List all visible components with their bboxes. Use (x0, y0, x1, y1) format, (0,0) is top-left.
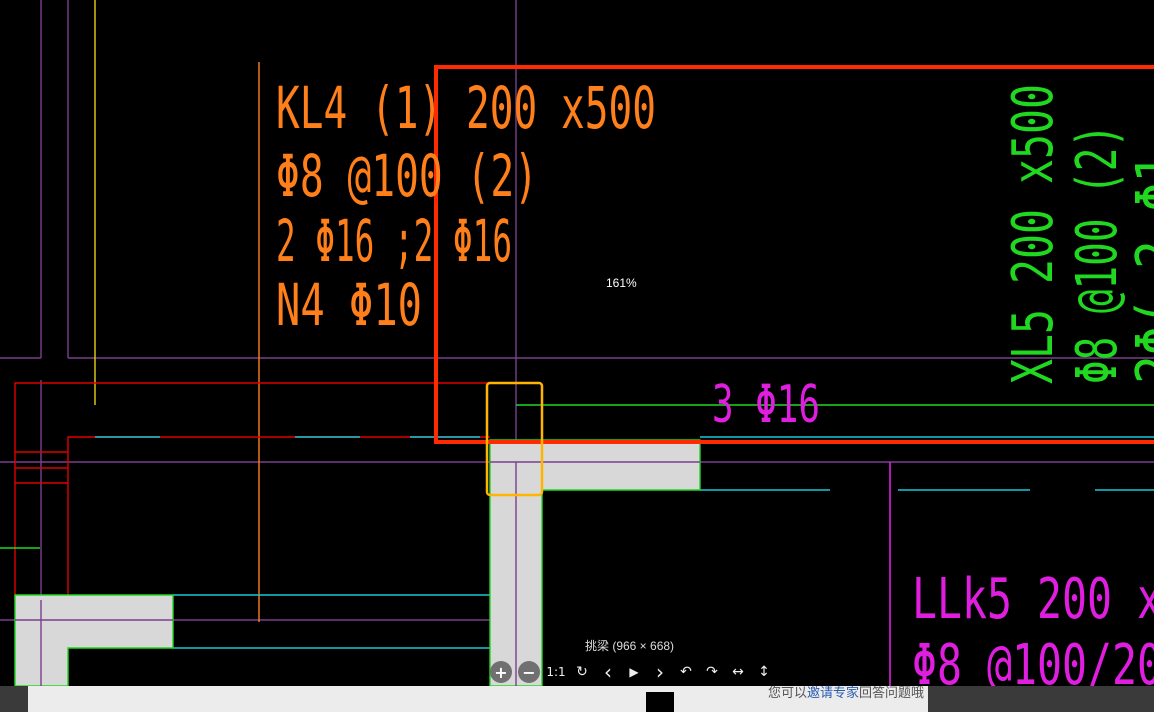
cad-drawing: KL4 (1) 200 x500 Φ8 @100 (2) 2 Φ16 ;2 Φ1… (0, 0, 1154, 698)
viewer-toolbar: + − 1:1 ↻ ‹ ▶ › ↶ ↷ ↔ ↕ (490, 660, 780, 684)
zoom-out-button[interactable]: − (518, 661, 540, 683)
rebar-label-3phi16: 3 Φ16 (712, 375, 820, 435)
red-beam-lines (14, 382, 490, 600)
kl4-line-3: 2 Φ16 ;2 Φ16 (276, 207, 512, 275)
page-footer-strip: 您可以邀请专家回答问题哦 (0, 685, 1154, 712)
rotate-right-icon[interactable]: ↷ (702, 661, 722, 683)
zoom-level-label: 161% (606, 276, 637, 290)
invite-expert-hint: 您可以邀请专家回答问题哦 (768, 682, 924, 701)
hint-text-start: 您可以 (768, 685, 808, 700)
page-footer-content: 您可以邀请专家回答问题哦 (28, 685, 928, 712)
llk5-line-1: LLk5 200 x (912, 567, 1154, 632)
xl5-line-2: Φ8 @100 (2) (1065, 124, 1130, 384)
zoom-in-button[interactable]: + (490, 661, 512, 683)
rotate-icon[interactable]: ↻ (572, 661, 592, 683)
invite-expert-link[interactable]: 邀请专家 (807, 685, 859, 700)
image-caption: 挑梁 (966 × 668) (585, 639, 675, 653)
rotate-left-icon[interactable]: ↶ (676, 661, 696, 683)
footer-dark-block (646, 692, 674, 712)
play-icon[interactable]: ▶ (624, 661, 644, 683)
actual-size-button[interactable]: 1:1 (546, 661, 566, 683)
kl4-label: KL4 (1) 200 x500 Φ8 @100 (2) 2 Φ16 ;2 Φ1… (276, 74, 656, 339)
cad-drawing-canvas: KL4 (1) 200 x500 Φ8 @100 (2) 2 Φ16 ;2 Φ1… (0, 0, 1154, 712)
kl4-line-4: N4 Φ10 (276, 271, 422, 339)
xl5-line-3: 2Φ( 2 Φ1 (1125, 154, 1154, 384)
xl5-line-1: XL5 200 x500 (1001, 84, 1066, 384)
next-icon[interactable]: › (650, 660, 670, 684)
hint-text-end: 回答问题哦 (859, 685, 925, 700)
flip-horizontal-icon[interactable]: ↔ (728, 661, 748, 683)
kl4-line-2: Φ8 @100 (2) (276, 142, 538, 210)
xl5-label: XL5 200 x500 Φ8 @100 (2) 2Φ( 2 Φ1 (1001, 84, 1154, 384)
llk5-label: LLk5 200 x Φ8 @100/20 (912, 567, 1154, 698)
kl4-line-1: KL4 (1) 200 x500 (276, 74, 656, 142)
prev-icon[interactable]: ‹ (598, 660, 618, 684)
flip-vertical-icon[interactable]: ↕ (754, 661, 774, 683)
